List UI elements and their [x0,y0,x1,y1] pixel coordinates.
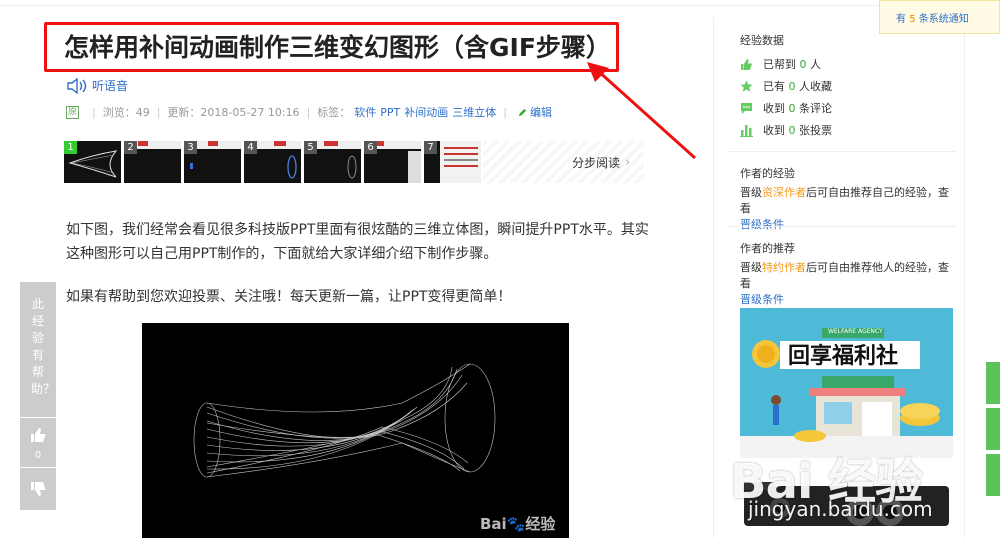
watermark-url: jingyan.baidu.com [748,497,933,521]
follow-paragraph: 如果有帮助到您欢迎投票、关注哦！每天更新一篇，让PPT变得更简单！ [66,289,512,305]
notice-text: 条系统通知 [915,14,969,25]
tag-link[interactable]: PPT [380,106,400,119]
step-thumbnail[interactable]: 2 [124,141,181,183]
author-recommend-heading: 作者的推荐 [740,242,795,255]
comment-icon [741,102,752,114]
senior-author-link[interactable]: 资深作者 [762,186,806,199]
author-experience-heading: 作者的经验 [740,167,795,180]
stat-comments: 收到 0 条评论 [740,100,832,116]
step-thumbnail[interactable]: 6 [364,141,421,183]
article-meta: 原 | 浏览：49 | 更新：2018-05-27 10:16 | 标签： 软件… [66,104,552,120]
stat-text: 张投票 [795,124,832,137]
thumbnail-number: 7 [424,141,437,154]
original-badge: 原 [66,105,79,119]
banner-small-label: WELFARE AGENCY [828,328,883,335]
tag-link[interactable]: 软件 [354,104,376,120]
promotion-conditions-link[interactable]: 晋级条件 [740,293,784,306]
experience-data-heading: 经验数据 [740,34,784,47]
thumbnail-number: 6 [364,141,377,154]
star-icon [740,80,753,92]
tag-link[interactable]: 补间动画 [404,104,448,120]
stat-number: 0 [788,80,796,93]
edit-label: 编辑 [530,106,552,119]
stat-helped: 已帮到 0 人 [740,56,821,72]
system-notice-link[interactable]: 有 5 条系统通知 [879,0,1000,34]
stat-text: 已帮到 [763,58,800,71]
article-main-image: Bai🐾经验 [142,323,569,538]
sidebar-divider [728,226,956,227]
chevron-right-icon: › [625,155,630,169]
dislike-button[interactable] [20,468,56,510]
author-recommend-note: 晋级特约作者后可自由推荐他人的经验，查看 晋级条件 [740,260,955,308]
top-divider [0,0,1000,6]
promotion-conditions-link[interactable]: 晋级条件 [740,218,784,231]
note-text: 晋级 [740,186,762,199]
welfare-agency-banner[interactable]: 回享福利社 WELFARE AGENCY [740,308,953,458]
listen-audio-button[interactable]: 听语音 [66,77,128,94]
meta-separator: | [92,105,96,119]
banner-title: 回享福利社 [788,344,899,369]
3d-twisted-shape-illustration [193,363,496,478]
stat-votes: 收到 0 张投票 [740,122,832,138]
stat-text: 已有 [763,80,789,93]
sidebar-divider [728,151,956,152]
note-text: 晋级 [740,261,762,274]
stat-text: 条评论 [795,102,832,115]
thumbnail-number: 4 [244,141,257,154]
step-thumbnail[interactable]: 4 [244,141,301,183]
tags-label: 标签： [317,106,351,119]
thumbs-down-icon [31,482,46,496]
thumbnail-number: 5 [304,141,317,154]
step-thumbnail[interactable]: 7 [424,141,481,183]
stat-number: 0 [799,58,807,71]
stat-favorited: 已有 0 人收藏 [740,78,832,94]
steps-read-button[interactable]: 分步阅读 › [483,141,644,183]
thumbnail-number: 3 [184,141,197,154]
stat-number: 0 [788,124,796,137]
views-count: 浏览：49 [102,106,150,119]
helpful-panel: 此经验有帮助？ 0 [20,282,56,510]
listen-audio-label: 听语音 [92,79,129,93]
like-count: 0 [34,450,42,461]
meta-separator: | [503,105,507,119]
pencil-icon [518,108,527,116]
vote-icon [740,124,753,137]
right-floating-tab[interactable] [986,362,1000,404]
thumbnail-number: 2 [124,141,137,154]
stat-text: 收到 [763,124,789,137]
tag-link[interactable]: 三维立体 [452,104,496,120]
thumbnail-number: 1 [64,141,77,154]
helpful-question: 此经验有帮助？ [20,282,56,418]
helpful-question-text: 此经验有帮助？ [31,297,56,396]
image-watermark: Bai🐾经验 [480,515,556,533]
stat-number: 0 [788,102,796,115]
like-button[interactable]: 0 [20,418,56,468]
step-thumbnail[interactable]: 3 [184,141,241,183]
right-floating-tab[interactable] [986,454,1000,496]
step-thumbnail[interactable]: 1 [64,141,121,183]
special-author-link[interactable]: 特约作者 [762,261,806,274]
meta-separator: | [306,105,311,119]
intro-paragraph: 如下图，我们经常会看见很多科技版PPT里面有很炫酷的三维立体图，瞬间提升PPT水… [66,222,649,262]
stat-text: 人收藏 [795,80,832,93]
stat-text: 人 [806,58,821,71]
steps-read-label: 分步阅读 [572,155,621,170]
edit-link[interactable]: 编辑 [518,104,552,120]
speaker-icon [67,77,87,94]
stat-text: 收到 [763,102,789,115]
article-page: 怎样用补间动画制作三维变幻图形（含GIF步骤） 听语音 原 | 浏览：49 | … [0,0,1000,538]
thumbs-up-icon [741,58,752,70]
notice-text: 有 [896,14,910,25]
updated-time: 更新：2018-05-27 10:16 [167,106,300,119]
page-title: 怎样用补间动画制作三维变幻图形（含GIF步骤） [64,33,611,62]
step-thumbnail[interactable]: 5 [304,141,361,183]
right-floating-tab[interactable] [986,408,1000,450]
meta-separator: | [156,105,161,119]
thumbs-up-icon [31,428,46,442]
